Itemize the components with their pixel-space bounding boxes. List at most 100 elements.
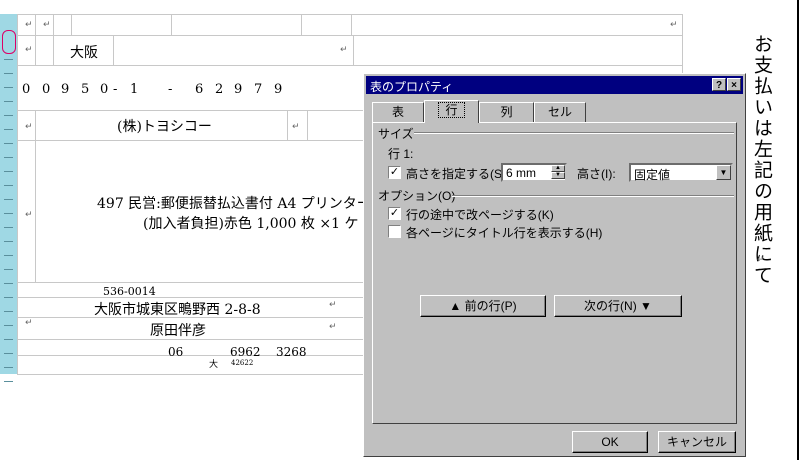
ruler-tick	[4, 87, 13, 88]
ruler-tick	[4, 213, 13, 214]
ruler-tick	[4, 255, 13, 256]
next-row-label: 次の行(N)	[584, 299, 637, 313]
ruler-tick	[4, 227, 13, 228]
para-mark: ↵	[25, 20, 33, 30]
address-text: 大阪市城東区鴫野西 2-8-8	[94, 302, 261, 318]
ruler-tick	[4, 297, 13, 298]
height-value: 6 mm	[506, 166, 536, 180]
tab-table[interactable]: 表	[372, 102, 424, 122]
ruler-tick	[4, 115, 13, 116]
product-line-2: (加入者負担)赤色 1,000 枚 ×1 ケ	[143, 216, 359, 232]
ok-button[interactable]: OK	[572, 431, 648, 453]
para-mark: ↵	[329, 322, 337, 332]
zip-digit: 6	[195, 82, 204, 97]
divider	[452, 195, 734, 197]
small-text-2: 42622	[231, 359, 254, 367]
ruler-tick	[4, 73, 13, 74]
specify-height-checkbox[interactable]: ✓	[388, 166, 401, 179]
spin-down-icon[interactable]: ▼	[551, 172, 565, 179]
tab-label: セル	[547, 105, 572, 119]
zip-digit: 2	[215, 82, 224, 97]
repeat-header-label[interactable]: 各ページにタイトル行を表示する(H)	[406, 224, 602, 241]
ruler-tick	[4, 171, 13, 172]
previous-row-label: 前の行(P)	[464, 299, 517, 313]
height-mode-label: 高さ(I):	[577, 167, 616, 181]
para-mark: ↵	[25, 210, 33, 220]
tab-label: 行	[438, 102, 465, 118]
table-cell[interactable]	[54, 15, 72, 36]
ruler-tick	[4, 353, 13, 354]
divider	[414, 132, 734, 134]
ruler-tick	[4, 269, 13, 270]
repeat-header-checkbox[interactable]	[388, 225, 401, 238]
allow-break-label[interactable]: 行の途中で改ページする(K)	[406, 206, 554, 223]
table-cell[interactable]	[172, 15, 302, 36]
close-button[interactable]: ×	[727, 78, 741, 91]
para-mark: ↵	[340, 45, 348, 55]
para-mark: ↵	[670, 20, 678, 30]
height-mode-value: 固定値	[634, 168, 671, 182]
para-mark: ↵	[43, 20, 51, 30]
ruler-tick	[4, 129, 13, 130]
table-cell[interactable]	[352, 15, 683, 36]
ruler-tick	[4, 101, 13, 102]
table-cell[interactable]	[114, 36, 354, 66]
ruler-tick	[4, 199, 13, 200]
vertical-ruler[interactable]	[0, 14, 18, 382]
phone-text-3: 3268	[276, 345, 307, 359]
product-line-1: 497 民営:郵便振替払込書付 A4 プリンター	[97, 196, 371, 212]
zip-digit: 9	[234, 82, 243, 97]
zip-digit: 0	[42, 82, 51, 97]
up-arrow-icon: ▲	[449, 299, 465, 313]
para-mark: ↵	[757, 255, 765, 265]
table-cell[interactable]	[302, 15, 352, 36]
dialog-title: 表のプロパティ	[370, 80, 454, 94]
zip-digit: 1	[130, 82, 139, 97]
zip-digit: 0	[100, 82, 109, 97]
zip-digit: 7	[254, 82, 263, 97]
vertical-side-text: お支払いは左記の用紙にて	[751, 34, 773, 286]
zip-digit: 9	[274, 82, 283, 97]
help-button[interactable]: ?	[712, 78, 726, 91]
para-mark: ↵	[292, 122, 300, 132]
cancel-button[interactable]: キャンセル	[658, 431, 736, 453]
tab-label: 表	[391, 105, 404, 119]
tab-cell[interactable]: セル	[534, 102, 586, 122]
table-properties-dialog: 表のプロパティ ? × 表 行 列 セル サイズ 行 1: ✓ 高さを指定する(…	[363, 73, 746, 457]
company-text: (株)トヨシコー	[117, 119, 212, 135]
tab-row[interactable]: 行	[424, 100, 479, 123]
phone-text-1: 06	[168, 345, 184, 359]
ruler-marker[interactable]	[2, 30, 16, 54]
para-mark: ↵	[25, 122, 33, 132]
specify-height-label[interactable]: 高さを指定する(S):	[406, 165, 509, 182]
table-cell[interactable]	[36, 36, 54, 66]
name-text: 原田伴彦	[150, 323, 206, 339]
ruler-tick	[4, 325, 13, 326]
zip-digit: 0	[22, 82, 31, 97]
height-spinner[interactable]: 6 mm ▲ ▼	[501, 163, 567, 182]
table-cell[interactable]	[354, 36, 683, 66]
ruler-tick	[4, 143, 13, 144]
ruler-tick	[4, 339, 13, 340]
para-mark: ↵	[329, 300, 337, 310]
ruler-tick	[4, 367, 13, 368]
ruler-tick	[4, 185, 13, 186]
ruler-tick	[4, 241, 13, 242]
table-cell[interactable]	[72, 15, 172, 36]
ruler-tick	[4, 157, 13, 158]
spin-up-icon[interactable]: ▲	[551, 165, 565, 172]
row-number-label: 行 1:	[388, 147, 414, 161]
down-arrow-icon: ▼	[636, 299, 652, 313]
next-row-button[interactable]: 次の行(N) ▼	[554, 295, 682, 317]
tab-column[interactable]: 列	[479, 102, 534, 122]
height-mode-select[interactable]: 固定値 ▼	[629, 163, 733, 182]
zip-digit: -	[168, 82, 173, 97]
para-mark: ↵	[25, 45, 33, 55]
postal-code-text: 536-0014	[103, 285, 156, 298]
chevron-down-icon[interactable]: ▼	[716, 165, 731, 180]
previous-row-button[interactable]: ▲ 前の行(P)	[420, 295, 546, 317]
allow-break-checkbox[interactable]: ✓	[388, 207, 401, 220]
zip-digit: 9	[61, 82, 70, 97]
ruler-tick	[4, 311, 13, 312]
dialog-titlebar[interactable]: 表のプロパティ ? ×	[366, 76, 743, 94]
